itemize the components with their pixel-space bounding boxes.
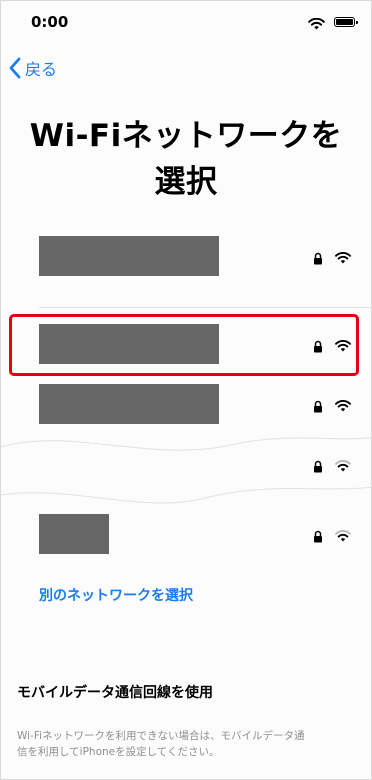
cellular-note: Wi-Fiネットワークを利用できない場合は、モバイルデータ通 信を利用してiPh… [17, 728, 361, 760]
lock-icon [313, 398, 323, 417]
network-row[interactable] [39, 514, 359, 558]
wifi-signal-icon [335, 457, 351, 476]
wifi-signal-icon [335, 527, 351, 546]
redacted-network-name [39, 384, 219, 424]
cellular-note-line1: Wi-Fiネットワークを利用できない場合は、モバイルデータ通 [17, 730, 305, 742]
page-title-line2: 選択 [154, 164, 218, 200]
use-cellular-data-option[interactable]: モバイルデータ通信回線を使用 [17, 682, 213, 702]
redacted-network-name [39, 514, 109, 554]
status-time: 0:00 [31, 13, 69, 31]
cellular-note-line2: 信を利用してiPhoneを設定してください。 [17, 746, 220, 758]
status-bar: 0:00 [1, 1, 371, 45]
selection-highlight-box [9, 314, 359, 376]
lock-icon [313, 528, 323, 547]
screen-frame: 0:00 戻る Wi-Fiネットワークを 選択 別のネットワークを選択 モバイル… [0, 0, 372, 780]
redacted-network-name [39, 236, 219, 276]
page-title-line1: Wi-Fiネットワークを [29, 118, 343, 154]
lock-icon [313, 458, 323, 477]
network-row[interactable] [39, 444, 359, 488]
lock-icon [313, 250, 323, 269]
divider [39, 307, 371, 308]
wifi-signal-icon [335, 249, 351, 268]
chevron-left-icon [9, 57, 21, 79]
back-button[interactable]: 戻る [9, 55, 57, 81]
choose-other-network-link[interactable]: 別のネットワークを選択 [39, 585, 193, 605]
wifi-signal-icon [335, 397, 351, 416]
back-label: 戻る [25, 60, 58, 79]
network-row[interactable] [39, 236, 359, 280]
wifi-icon [308, 15, 325, 34]
network-row[interactable] [39, 384, 359, 428]
page-title: Wi-Fiネットワークを 選択 [1, 113, 371, 205]
battery-icon [334, 17, 358, 27]
